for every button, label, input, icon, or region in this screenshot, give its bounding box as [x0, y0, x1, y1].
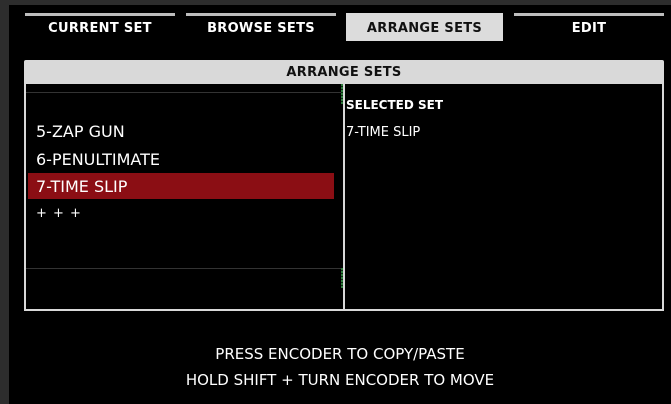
selected-set-label: SELECTED SET [346, 98, 444, 112]
device-screen: CURRENT SET BROWSE SETS ARRANGE SETS EDI… [9, 5, 671, 404]
scroll-indicator-bottom [341, 268, 343, 288]
scroll-indicator-top [341, 84, 343, 104]
set-list-item-selected[interactable]: 7-TIME SLIP [28, 173, 334, 199]
tab-browse-sets[interactable]: BROWSE SETS [186, 13, 336, 41]
tab-current-set[interactable]: CURRENT SET [25, 13, 175, 41]
tab-arrange-sets[interactable]: ARRANGE SETS [346, 13, 503, 41]
set-list-item[interactable]: 6-PENULTIMATE [28, 146, 334, 172]
selected-set-value: 7-TIME SLIP [346, 125, 421, 140]
tab-edit[interactable]: EDIT [514, 13, 664, 41]
arrange-sets-panel: 5-ZAP GUN 6-PENULTIMATE 7-TIME SLIP + + … [24, 84, 664, 311]
set-list-add-item[interactable]: + + + [28, 200, 334, 226]
footer-hint-1: PRESS ENCODER TO COPY/PASTE [215, 345, 465, 363]
footer-hint-2: HOLD SHIFT + TURN ENCODER TO MOVE [185, 371, 495, 389]
panel-divider [343, 84, 345, 309]
list-top-line [26, 92, 343, 93]
panel-title: ARRANGE SETS [24, 60, 664, 84]
set-list-item[interactable]: 5-ZAP GUN [28, 118, 334, 144]
list-bottom-line [26, 268, 343, 269]
